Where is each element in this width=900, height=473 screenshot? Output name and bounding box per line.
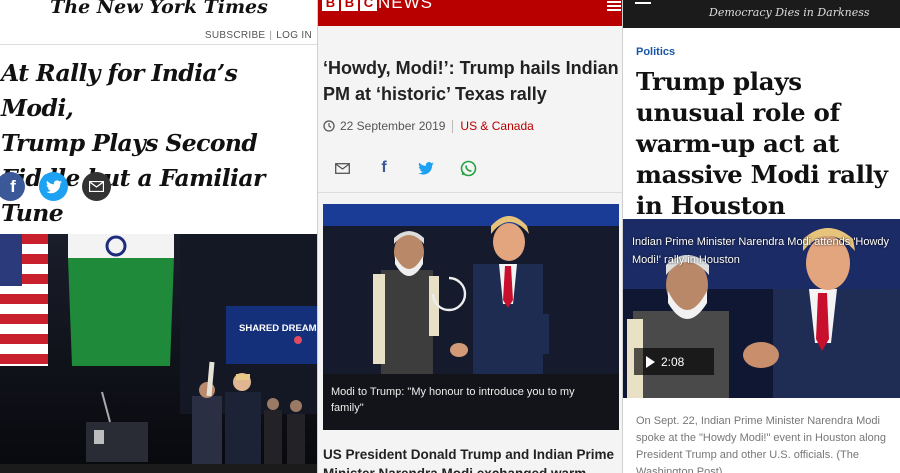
login-link[interactable]: LOG IN — [276, 30, 312, 41]
whatsapp-icon — [460, 160, 476, 176]
menu-icon[interactable] — [607, 1, 621, 11]
category-link[interactable]: US & Canada — [460, 119, 533, 133]
twitter-share-button[interactable] — [416, 158, 436, 178]
twitter-share-button[interactable] — [39, 172, 68, 201]
us-flag — [0, 234, 48, 366]
bbc-news-wordmark[interactable]: NEWS — [378, 0, 433, 13]
wapo-tagline: Democracy Dies in Darkness — [709, 6, 870, 19]
bbc-article-summary: US President Donald Trump and Indian Pri… — [323, 447, 615, 473]
bbc-header: B B C NEWS — [318, 0, 623, 26]
nyt-headline-line-3: Fiddle but a Familiar Tune — [1, 164, 265, 227]
bbc-article-meta: 22 September 2019 US & Canada — [323, 119, 534, 133]
nyt-headline: At Rally for India’s Modi, Trump Plays S… — [1, 56, 317, 231]
email-share-button[interactable] — [332, 158, 352, 178]
whatsapp-share-button[interactable] — [458, 158, 478, 178]
nyt-headline-line-2: Trump Plays Second — [1, 129, 258, 157]
twitter-icon — [45, 179, 62, 193]
nyt-lead-photo[interactable]: SHARED DREAMS, — [0, 234, 318, 473]
nyt-nav: SUBSCRIBE | LOG IN — [205, 30, 312, 41]
wapo-video-description: On Sept. 22, Indian Prime Minister Naren… — [636, 415, 886, 473]
rally-stage-illustration: SHARED DREAMS, — [0, 234, 318, 473]
bbc-article-panel: B B C NEWS ‘Howdy, Modi!’: Trump hails I… — [318, 0, 623, 473]
wapo-header: Democracy Dies in Darkness — [623, 0, 900, 28]
clock-icon — [323, 120, 335, 132]
nyt-header-rule — [0, 44, 318, 45]
twitter-icon — [418, 161, 434, 175]
video-play-button[interactable]: 2:08 — [634, 348, 714, 375]
subscribe-link[interactable]: SUBSCRIBE — [205, 30, 266, 41]
bbc-share-rule — [318, 192, 623, 193]
nyt-headline-line-1: At Rally for India’s Modi, — [1, 59, 238, 122]
nyt-masthead[interactable]: The New York Times — [0, 0, 318, 14]
wapo-article-panel: Democracy Dies in Darkness Politics Trum… — [623, 0, 900, 473]
wapo-headline: Trump plays unusual role of warm-up act … — [636, 67, 888, 220]
bbc-logo-block[interactable]: B — [322, 0, 339, 11]
menu-icon[interactable] — [635, 2, 651, 4]
bbc-headline: ‘Howdy, Modi!’: Trump hails Indian PM at… — [323, 58, 619, 104]
facebook-share-button[interactable]: f — [374, 158, 394, 178]
email-share-button[interactable] — [82, 172, 111, 201]
play-icon — [646, 355, 655, 368]
shared-dreams-sign: SHARED DREAMS, — [226, 306, 318, 364]
wapo-video-caption: Indian Prime Minister Narendra Modi atte… — [632, 236, 890, 266]
bbc-logo-block[interactable]: C — [360, 0, 377, 11]
bbc-logo-block[interactable]: B — [341, 0, 358, 11]
nav-separator: | — [269, 30, 273, 41]
wapo-video-player[interactable]: Indian Prime Minister Narendra Modi atte… — [623, 219, 900, 398]
nyt-article-panel: The New York Times SUBSCRIBE | LOG IN At R… — [0, 0, 318, 473]
bbc-photo-caption: Modi to Trump: "My honour to introduce y… — [323, 374, 619, 430]
article-date: 22 September 2019 — [340, 119, 446, 133]
india-flag — [68, 234, 174, 366]
email-icon — [334, 162, 350, 174]
handshake — [743, 342, 779, 368]
facebook-icon: f — [10, 176, 16, 196]
bbc-lead-photo[interactable]: Modi to Trump: "My honour to introduce y… — [323, 204, 619, 430]
meta-separator — [452, 119, 454, 133]
wapo-section-kicker[interactable]: Politics — [636, 46, 675, 58]
facebook-icon: f — [381, 159, 387, 176]
email-icon — [89, 181, 104, 192]
sign-text: SHARED DREAMS, — [239, 323, 318, 334]
video-duration: 2:08 — [661, 354, 685, 369]
